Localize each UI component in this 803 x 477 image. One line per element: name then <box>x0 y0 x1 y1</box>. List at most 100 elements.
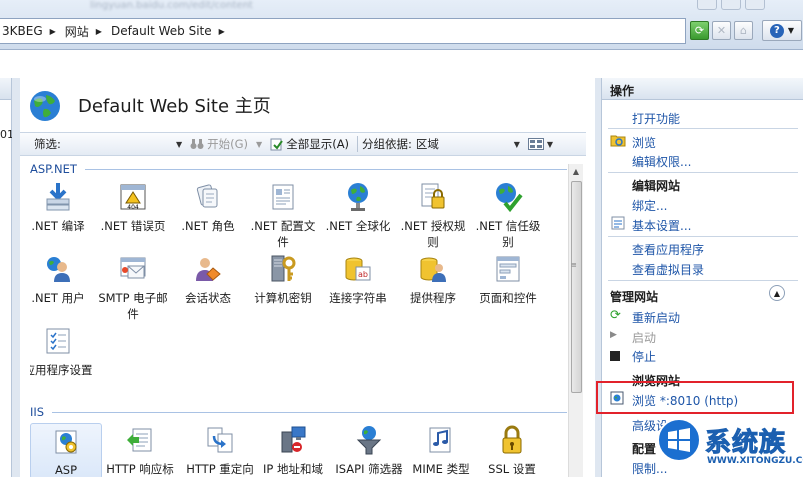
features-grid: ASP.NET .NET 编译 404 .NET 错误页 .NET 角色 .NE… <box>30 160 567 477</box>
group-by-dropdown-icon: ▼ <box>513 139 520 149</box>
address-bar[interactable]: 3KBEG ▶ 网站 ▶ Default Web Site ▶ <box>0 18 686 44</box>
breadcrumb-sites[interactable]: 网站 <box>63 23 92 40</box>
feature-asp[interactable]: ASP <box>30 423 102 477</box>
feature-net-trust-level[interactable]: .NET 信任级别 <box>472 180 544 250</box>
actions-header: 操作 <box>602 78 803 100</box>
blurred-url: lingyuan.baidu.com/edit/content <box>90 0 253 11</box>
feature-isapi-filters[interactable]: ISAPI 筛选器 <box>330 423 408 477</box>
filter-dropdown-icon[interactable]: ▼ <box>172 140 186 149</box>
mime-icon <box>402 423 480 457</box>
globe-icon <box>28 89 62 126</box>
breadcrumb-server[interactable]: 3KBEG <box>0 24 46 38</box>
manage-site-section: 管理网站 <box>610 290 659 304</box>
action-browse[interactable]: 浏览 <box>632 134 656 151</box>
start-dropdown-icon[interactable]: ▼ <box>252 140 266 149</box>
feature-label: 页面和控件 <box>479 291 537 305</box>
left-splitter[interactable] <box>12 78 20 477</box>
category-aspnet[interactable]: ASP.NET <box>30 162 567 176</box>
feature-connection-strings[interactable]: ab 连接字符串 <box>322 252 394 306</box>
feature-net-error-pages[interactable]: 404 .NET 错误页 <box>97 180 169 234</box>
view-mode-button[interactable]: ▼ <box>524 138 557 150</box>
feature-app-settings[interactable]: 应用程序设置 <box>30 324 94 378</box>
compile-icon <box>30 180 94 214</box>
help-button[interactable]: ? ▼ <box>762 20 802 41</box>
windows-logo-icon <box>657 418 701 465</box>
feature-mime-types[interactable]: MIME 类型 <box>402 423 480 477</box>
show-all-icon <box>270 138 284 150</box>
action-view-applications[interactable]: 查看应用程序 <box>632 241 704 258</box>
feature-smtp-email[interactable]: SMTP 电子邮件 <box>97 252 169 322</box>
category-divider <box>52 411 567 413</box>
feature-net-compile[interactable]: .NET 编译 <box>30 180 94 234</box>
feature-net-users[interactable]: .NET 用户 <box>30 252 94 306</box>
breadcrumb-arrow-icon[interactable]: ▶ <box>92 27 109 36</box>
feature-label: .NET 编译 <box>31 219 85 233</box>
feature-ssl-settings[interactable]: SSL 设置 <box>476 423 548 477</box>
feature-net-globalization[interactable]: .NET 全球化 <box>322 180 394 234</box>
feature-session-state[interactable]: 会话状态 <box>172 252 244 306</box>
trust-level-icon <box>472 180 544 214</box>
action-bindings[interactable]: 绑定... <box>632 197 667 214</box>
watermark-url: WWW.XITONGZU.COM <box>707 456 803 466</box>
category-iis[interactable]: IIS <box>30 405 567 419</box>
feature-net-roles[interactable]: .NET 角色 <box>172 180 244 234</box>
binoculars-icon <box>190 139 204 149</box>
feature-http-redirect[interactable]: HTTP 重定向 <box>180 423 260 477</box>
action-open-feature[interactable]: 打开功能 <box>632 110 680 127</box>
globalization-icon <box>322 180 394 214</box>
feature-http-response-headers[interactable]: HTTP 响应标 <box>97 423 183 477</box>
group-by-value: 区域 <box>415 137 439 151</box>
asp-icon <box>31 424 101 458</box>
category-aspnet-label: ASP.NET <box>30 162 77 176</box>
feature-label: .NET 角色 <box>181 219 235 233</box>
stop-square-icon <box>610 350 620 364</box>
http-redirect-icon <box>180 423 260 457</box>
feature-machine-key[interactable]: 计算机密钥 <box>247 252 319 306</box>
smtp-icon <box>97 252 169 286</box>
pages-controls-icon <box>472 252 544 286</box>
filter-input[interactable] <box>68 135 172 153</box>
feature-label: HTTP 响应标 <box>106 462 174 476</box>
maximize-button[interactable] <box>721 0 741 10</box>
action-basic-settings[interactable]: 基本设置... <box>632 217 691 234</box>
feature-label: 提供程序 <box>410 291 456 305</box>
collapse-section-icon[interactable]: ▲ <box>769 285 785 301</box>
minimize-button[interactable] <box>697 0 717 10</box>
breadcrumb-arrow-icon[interactable]: ▶ <box>46 27 63 36</box>
action-stop[interactable]: 停止 <box>632 348 656 365</box>
show-all-button[interactable]: 全部显示(A) <box>266 136 353 152</box>
feature-label: ISAPI 筛选器 <box>335 462 403 476</box>
action-edit-permissions[interactable]: 编辑权限... <box>632 153 691 170</box>
group-by-label: 分组依据: <box>362 137 412 151</box>
feature-view: Default Web Site 主页 筛选: ▼ 开始(G) ▼ 全部显示(A… <box>20 78 595 477</box>
watermark: 系统族 WWW.XITONGZU.COM <box>653 410 803 477</box>
start-filter-button[interactable]: 开始(G) <box>186 136 252 152</box>
refresh-icon[interactable]: ⟳ <box>690 21 709 40</box>
action-view-virtual-dirs[interactable]: 查看虚拟目录 <box>632 261 704 278</box>
home-icon[interactable]: ⌂ <box>734 21 753 40</box>
feature-label: .NET 用户 <box>31 291 85 305</box>
feature-ip-domain[interactable]: IP 地址和域 <box>254 423 332 477</box>
feature-label: 计算机密钥 <box>254 291 312 305</box>
machine-key-icon <box>247 252 319 286</box>
feature-label: 应用程序设置 <box>30 363 93 377</box>
group-by-select[interactable]: 区域 ▼ <box>412 136 524 152</box>
providers-icon <box>397 252 469 286</box>
features-scrollbar[interactable]: ▲ ≡ <box>568 164 583 477</box>
scroll-up-icon[interactable]: ▲ <box>569 164 583 179</box>
feature-pages-controls[interactable]: 页面和控件 <box>472 252 544 306</box>
feature-net-profile[interactable]: .NET 配置文件 <box>247 180 319 250</box>
feature-net-authorization[interactable]: .NET 授权规则 <box>397 180 469 250</box>
authorization-icon <box>397 180 469 214</box>
breadcrumb-site[interactable]: Default Web Site <box>109 24 215 38</box>
isapi-icon <box>330 423 408 457</box>
scrollbar-thumb[interactable] <box>571 181 582 393</box>
breadcrumb-arrow-icon[interactable]: ▶ <box>215 27 232 36</box>
action-start[interactable]: 启动 <box>632 329 656 346</box>
feature-providers[interactable]: 提供程序 <box>397 252 469 306</box>
action-restart[interactable]: 重新启动 <box>632 309 680 326</box>
chevron-down-icon: ▼ <box>787 26 795 35</box>
close-window-button[interactable] <box>745 0 765 10</box>
stop-icon[interactable]: ✕ <box>712 21 731 40</box>
error-page-icon: 404 <box>97 180 169 214</box>
